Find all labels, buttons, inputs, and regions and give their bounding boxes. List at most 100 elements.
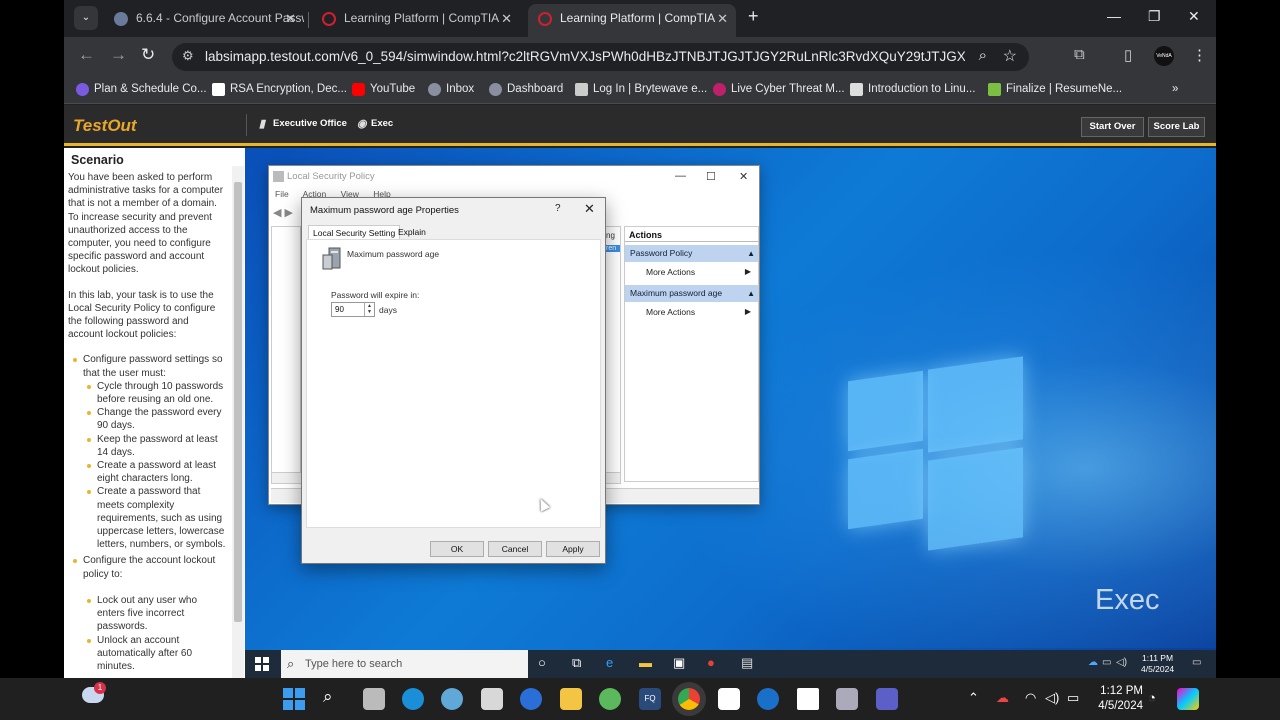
url-text[interactable]: labsimapp.testout.com/v6_0_594/simwindow… xyxy=(205,49,965,64)
chrome-icon[interactable]: ● xyxy=(707,655,715,670)
task-view-icon[interactable] xyxy=(363,688,385,710)
search-icon[interactable]: ⌕ xyxy=(323,687,333,707)
snipping-tool-icon[interactable] xyxy=(481,688,503,710)
ok-button[interactable]: OK xyxy=(430,541,484,557)
bookmark-resume[interactable]: Finalize | ResumeNe... xyxy=(988,83,1122,96)
volume-icon[interactable]: ◁) xyxy=(1045,690,1059,706)
local-security-policy-icon[interactable]: ▤ xyxy=(741,655,753,671)
help-button[interactable]: ? xyxy=(555,203,561,214)
show-hidden-icons[interactable]: ⌃ xyxy=(968,690,979,706)
network-icon[interactable]: ▭ xyxy=(1102,657,1111,668)
notifications-bell-icon[interactable]: ◔ xyxy=(1148,690,1156,705)
tab-configure-account[interactable]: 6.6.4 - Configure Account Passw ✕ xyxy=(104,4,304,37)
bookmark-linux[interactable]: Introduction to Linu... xyxy=(850,83,975,96)
back-icon[interactable]: ◀ xyxy=(273,207,281,219)
computer-exec[interactable]: ◉ Exec xyxy=(357,118,393,130)
lsp-tree-pane[interactable] xyxy=(271,226,301,482)
zoom-icon[interactable]: ⌕ xyxy=(979,47,987,64)
actions-section-password-policy[interactable]: Password Policy ▲ xyxy=(625,245,758,262)
spin-down-icon[interactable]: ▼ xyxy=(367,309,372,315)
scrollbar-thumb[interactable] xyxy=(234,182,242,622)
android-icon[interactable] xyxy=(599,688,621,710)
new-tab-button[interactable]: + xyxy=(748,6,759,27)
edge-icon[interactable] xyxy=(402,688,424,710)
collapse-icon[interactable]: ▲ xyxy=(747,245,755,262)
bookmark-inbox[interactable]: Inbox xyxy=(428,83,474,96)
tab-learning-platform-1[interactable]: Learning Platform | CompTIA ✕ xyxy=(312,4,520,37)
extensions-icon[interactable]: ⧉ xyxy=(1074,46,1085,63)
file-explorer-icon[interactable] xyxy=(560,688,582,710)
close-icon[interactable]: ✕ xyxy=(739,170,748,183)
address-bar[interactable]: ⚙ labsimapp.testout.com/v6_0_594/simwind… xyxy=(172,43,1029,71)
site-info-icon[interactable]: ⚙ xyxy=(182,48,194,64)
cloud-sync-icon[interactable]: ☁ xyxy=(996,690,1009,706)
tab-local-security-setting[interactable]: Local Security Setting xyxy=(308,225,401,239)
forward-icon[interactable]: → xyxy=(110,45,127,65)
quick-assist-icon[interactable] xyxy=(520,688,542,710)
dell-icon[interactable] xyxy=(757,688,779,710)
tab-learning-platform-2[interactable]: Learning Platform | CompTIA ✕ xyxy=(528,4,736,37)
tab-explain[interactable]: Explain xyxy=(394,225,430,239)
days-spinbox[interactable]: 90 ▲ ▼ xyxy=(331,302,375,317)
close-window-icon[interactable]: ✕ xyxy=(1188,8,1200,25)
bookmark-brytewave[interactable]: Log In | Brytewave e... xyxy=(575,83,707,96)
windows-start-icon[interactable] xyxy=(283,688,305,710)
minimize-icon[interactable]: — xyxy=(675,170,686,182)
guest-clock[interactable]: 1:11 PM 4/5/2024 xyxy=(1141,653,1174,675)
minimize-icon[interactable]: — xyxy=(1107,8,1121,24)
apply-button[interactable]: Apply xyxy=(546,541,600,557)
host-clock[interactable]: 1:12 PM 4/5/2024 xyxy=(1091,684,1143,714)
close-tab-icon[interactable]: ✕ xyxy=(501,4,512,33)
forward-icon[interactable]: ▶ xyxy=(285,207,293,219)
start-over-button[interactable]: Start Over xyxy=(1081,117,1144,137)
taskbar-search[interactable]: ⌕ Type here to search xyxy=(281,650,528,678)
edge-icon[interactable]: e xyxy=(606,655,613,670)
close-tab-icon[interactable]: ✕ xyxy=(285,4,296,33)
tab-search-button[interactable]: ⌄ xyxy=(74,6,98,30)
chrome-icon[interactable] xyxy=(678,688,700,710)
close-tab-icon[interactable]: ✕ xyxy=(717,4,728,33)
scenario-scrollbar[interactable] xyxy=(232,166,244,678)
reload-icon[interactable]: ↻ xyxy=(141,45,155,65)
onedrive-icon[interactable]: ☁ xyxy=(1088,657,1098,668)
bookmark-youtube[interactable]: YouTube xyxy=(352,83,415,96)
virtualbox-icon[interactable] xyxy=(836,688,858,710)
more-bookmarks-button[interactable]: » xyxy=(1172,83,1178,95)
actions-section-max-age[interactable]: Maximum password age ▲ xyxy=(625,285,758,302)
back-icon[interactable]: ← xyxy=(78,45,95,65)
teams-icon[interactable] xyxy=(876,688,898,710)
notepad-icon[interactable] xyxy=(797,688,819,710)
cancel-button[interactable]: Cancel xyxy=(488,541,542,557)
days-value[interactable]: 90 xyxy=(335,305,344,314)
bookmark-cyber-threat[interactable]: Live Cyber Threat M... xyxy=(713,83,845,96)
maximize-icon[interactable]: ☐ xyxy=(706,170,716,183)
app-eye-icon[interactable] xyxy=(441,688,463,710)
side-panel-icon[interactable]: ▯ xyxy=(1124,46,1132,64)
volume-icon[interactable]: ◁) xyxy=(1116,657,1127,668)
file-explorer-icon[interactable]: ▬ xyxy=(639,655,652,670)
fq-app-icon[interactable]: FQ xyxy=(639,688,661,710)
collapse-icon[interactable]: ▲ xyxy=(747,285,755,302)
task-view-icon[interactable]: ⧉ xyxy=(572,655,581,671)
close-icon[interactable]: ✕ xyxy=(584,201,595,217)
windows-start-icon[interactable] xyxy=(255,657,269,671)
battery-icon[interactable]: ▭ xyxy=(1067,690,1079,706)
bookmark-plan-schedule[interactable]: Plan & Schedule Co... xyxy=(76,83,207,96)
lsp-policy-pane[interactable]: ng ren xyxy=(605,226,621,482)
browser-menu-icon[interactable]: ⋮ xyxy=(1192,46,1207,64)
copilot-icon[interactable] xyxy=(1177,688,1199,710)
score-lab-button[interactable]: Score Lab xyxy=(1148,117,1205,137)
notifications-icon[interactable]: ▭ xyxy=(1192,657,1201,668)
bookmark-star-icon[interactable]: ☆ xyxy=(1003,46,1017,66)
store-icon[interactable] xyxy=(718,688,740,710)
menu-file[interactable]: File xyxy=(275,189,289,199)
location-executive-office[interactable]: ▮ Executive Office xyxy=(259,118,347,130)
restore-icon[interactable]: ❐ xyxy=(1148,8,1161,25)
profile-avatar[interactable]: VeNdA xyxy=(1154,46,1174,66)
cortana-icon[interactable]: ○ xyxy=(538,655,546,670)
wifi-icon[interactable]: ◠ xyxy=(1025,690,1036,706)
bookmark-rsa[interactable]: RSA Encryption, Dec... xyxy=(212,83,347,96)
spin-buttons[interactable]: ▲ ▼ xyxy=(364,303,374,316)
more-actions-item[interactable]: More Actions ▶ xyxy=(625,302,758,322)
bookmark-dashboard[interactable]: Dashboard xyxy=(489,83,563,96)
